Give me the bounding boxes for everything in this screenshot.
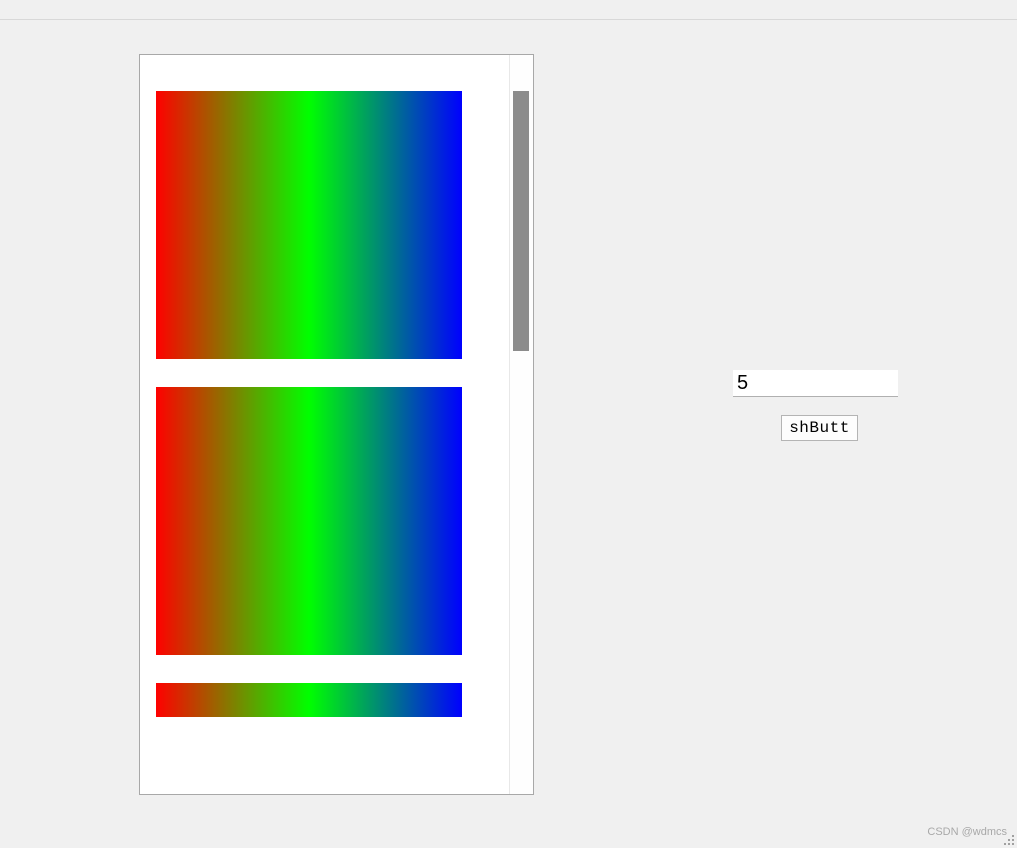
count-input[interactable] (733, 370, 898, 397)
sh-button[interactable]: shButt (781, 415, 858, 441)
scrollbar-track[interactable] (509, 55, 533, 794)
list-item (156, 91, 462, 359)
gradient-list-panel (139, 54, 534, 795)
resize-grip-icon[interactable] (1001, 832, 1015, 846)
watermark: CSDN @wdmcs (927, 826, 1007, 838)
list-item (156, 387, 462, 655)
scrollbar-thumb[interactable] (513, 91, 529, 351)
button-label: shButt (789, 419, 850, 437)
list-viewport[interactable] (140, 55, 509, 794)
list-item (156, 683, 462, 717)
title-bar (0, 0, 1017, 20)
